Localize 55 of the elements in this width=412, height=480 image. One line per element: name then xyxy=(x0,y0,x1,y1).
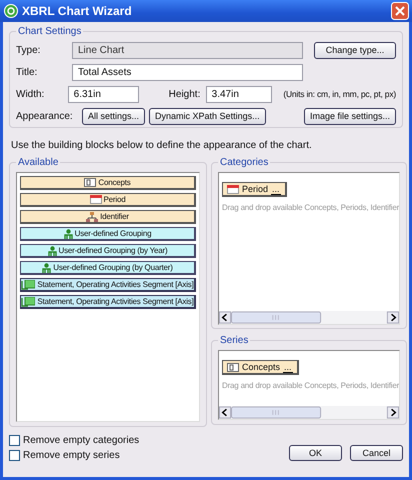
more-button[interactable]: ... xyxy=(283,362,293,372)
checkbox-label: Remove empty series xyxy=(23,450,120,461)
dialog-button[interactable]: Cancel xyxy=(350,445,403,461)
field-label: Appearance: xyxy=(16,110,74,122)
axis-icon xyxy=(21,280,36,290)
concept-icon xyxy=(227,362,239,372)
building-block[interactable]: User-defined Grouping xyxy=(20,227,196,241)
block-label: Period xyxy=(242,184,268,194)
dialog-button[interactable]: OK xyxy=(289,445,342,461)
drop-zone[interactable]: Concepts ... Drag and drop available Concepts, Periods, Identifier xyxy=(218,350,400,420)
block-label: Concepts xyxy=(242,362,280,372)
more-button[interactable]: ... xyxy=(271,184,281,194)
group-legend: Series xyxy=(218,335,250,346)
group-icon xyxy=(48,246,56,256)
axis-icon xyxy=(21,296,36,306)
horizontal-scrollbar[interactable] xyxy=(219,406,399,419)
group-icon xyxy=(42,262,52,272)
building-block[interactable]: Statement, Operating Activities Segment [Axis] xyxy=(20,295,196,309)
instruction-text: Use the building blocks below to define the appearance of the chart. xyxy=(11,140,313,151)
window-title: XBRL Chart Wizard xyxy=(22,4,133,18)
field-label: Type: xyxy=(16,44,42,56)
building-block[interactable]: User-defined Grouping (by Quarter) xyxy=(20,261,196,275)
width-field[interactable]: 6.31in xyxy=(68,86,139,102)
change-type-button[interactable]: Change type... xyxy=(314,42,396,58)
group-legend: Available xyxy=(16,157,60,168)
units-note: (Units in: cm, in, mm, pc, pt, px) xyxy=(283,89,396,99)
calendar-icon xyxy=(227,184,239,194)
hierarchy-icon xyxy=(86,212,98,222)
field-label: Height: xyxy=(168,88,202,100)
building-block[interactable]: Period xyxy=(20,193,196,207)
close-button[interactable] xyxy=(391,2,409,20)
building-block[interactable]: Concepts xyxy=(20,176,196,190)
image-file-settings-button[interactable]: Image file settings... xyxy=(304,108,396,124)
building-block[interactable]: User-defined Grouping (by Year) xyxy=(20,244,196,258)
calendar-icon xyxy=(90,195,102,204)
title-field[interactable]: Total Assets xyxy=(72,64,303,80)
building-block[interactable]: Statement, Operating Activities Segment [Axis] xyxy=(20,278,196,292)
checkbox[interactable] xyxy=(9,435,20,446)
settings-button[interactable]: Dynamic XPath Settings... xyxy=(149,108,266,124)
concept-icon xyxy=(84,178,96,187)
horizontal-scrollbar[interactable] xyxy=(219,311,399,324)
checkbox[interactable] xyxy=(9,450,20,461)
building-block[interactable]: Period ... xyxy=(222,182,287,197)
field-label: Width: xyxy=(16,88,46,100)
checkbox-label: Remove empty categories xyxy=(23,435,140,446)
building-block[interactable]: Concepts ... xyxy=(222,360,299,375)
building-block[interactable]: Identifier xyxy=(20,210,196,224)
group-icon xyxy=(64,228,73,238)
drop-zone[interactable]: Period ... Drag and drop available Concepts, Periods, Identifier xyxy=(218,172,400,325)
settings-button[interactable]: All settings... xyxy=(82,108,146,124)
height-field[interactable]: 3.47in xyxy=(206,86,272,102)
group-legend: Chart Settings xyxy=(16,26,84,37)
group-legend: Categories xyxy=(218,157,270,168)
field-label: Title: xyxy=(16,66,38,78)
app-icon xyxy=(4,4,18,18)
